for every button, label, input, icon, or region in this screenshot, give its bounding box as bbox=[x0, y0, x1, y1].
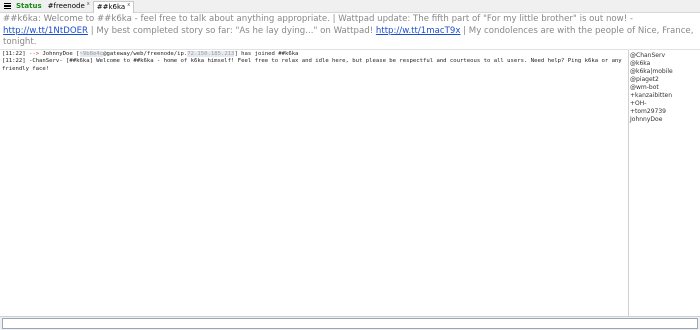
nick-list-item[interactable]: @ChanServ bbox=[630, 52, 700, 60]
topic-text: ##k6ka: Welcome to ##k6ka - feel free to… bbox=[3, 14, 633, 24]
timestamp: [11:22] bbox=[2, 51, 26, 57]
chat-message-join: [11:22] --> JohnnyDoe [~9b8e4c@gateway/w… bbox=[2, 51, 626, 58]
close-icon[interactable]: x bbox=[87, 1, 90, 7]
nick-list-item[interactable]: @wm-bot bbox=[630, 84, 700, 92]
nick-list[interactable]: @ChanServ @k6ka @k6ka|mobile @piaget2 @wm-bo… bbox=[628, 50, 700, 316]
join-text: ] has joined ##k6ka bbox=[234, 51, 299, 57]
message-text: -ChanServ- [##k6ka] Welcome to ##k6ka - … bbox=[2, 58, 626, 72]
topic-link-2[interactable]: http://w.tt/1macT9x bbox=[376, 26, 461, 36]
tab-status[interactable]: Status bbox=[13, 0, 45, 13]
timestamp: [11:22] bbox=[2, 58, 26, 65]
nick-list-item[interactable]: @piaget2 bbox=[630, 76, 700, 84]
menu-icon[interactable] bbox=[2, 0, 13, 13]
chat-message-notice: [11:22] -ChanServ- [##k6ka] Welcome to #… bbox=[2, 58, 626, 73]
channel-topic: ##k6ka: Welcome to ##k6ka - feel free to… bbox=[3, 14, 698, 49]
tab-label: #freenode bbox=[47, 2, 85, 10]
nick-list-item[interactable]: @k6ka bbox=[630, 60, 700, 68]
nick-list-item[interactable]: +kanzaibitten bbox=[630, 92, 700, 100]
host-bracket: [ bbox=[76, 51, 80, 57]
nick-list-item[interactable]: @k6ka|mobile bbox=[630, 68, 700, 76]
join-arrow: --> bbox=[28, 51, 40, 57]
input-bar bbox=[0, 316, 700, 330]
tab-freenode[interactable]: #freenode x bbox=[45, 0, 93, 13]
topic-text: | My best completed story so far: "As he… bbox=[87, 25, 376, 36]
nick-list-item[interactable]: +tom29739 bbox=[630, 108, 700, 116]
tab-k6ka[interactable]: ##k6ka x bbox=[92, 0, 135, 13]
tab-label: ##k6ka bbox=[96, 3, 126, 11]
tab-label: Status bbox=[16, 2, 42, 10]
tab-bar: Status #freenode x ##k6ka x bbox=[0, 0, 700, 13]
nick-list-item[interactable]: +OH- bbox=[630, 100, 700, 108]
message-input[interactable] bbox=[2, 318, 698, 329]
host-text: @gateway/web/freenode/ip. bbox=[103, 51, 188, 57]
redacted-ip: 72.150.185.213 bbox=[187, 51, 235, 57]
close-icon[interactable]: x bbox=[127, 2, 130, 8]
redacted-host: ~9b8e4c bbox=[79, 51, 104, 57]
nick: JohnnyDoe bbox=[42, 51, 73, 57]
topic-link-1[interactable]: http://w.tt/1NtDOER bbox=[3, 26, 88, 36]
nick-list-item[interactable]: JohnnyDoe bbox=[630, 116, 700, 124]
chat-log[interactable]: [11:22] --> JohnnyDoe [~9b8e4c@gateway/w… bbox=[0, 50, 628, 316]
